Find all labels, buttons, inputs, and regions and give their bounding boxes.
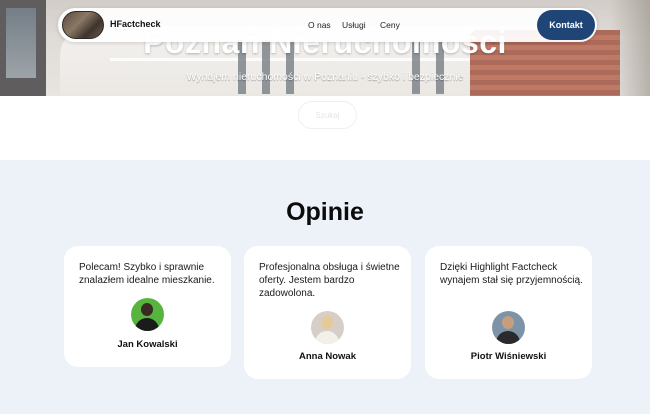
search-button[interactable]: Szukaj [298,101,357,129]
avatar-head [321,316,333,329]
nav-link-ceny[interactable]: Ceny [380,20,400,30]
kontakt-button[interactable]: Kontakt [537,10,595,40]
avatar [492,311,525,344]
avatar [131,298,164,331]
opinion-quote: Profesjonalna obsługa i świetne oferty. … [259,262,400,299]
opinion-card: Dzięki Highlight Factcheck wynajem stał … [425,246,592,379]
nav-link-o-nas[interactable]: O nas [308,20,331,30]
opinion-author: Piotr Wiśniewski [470,351,547,362]
avatar-head [502,316,514,329]
opinion-quote: Dzięki Highlight Factcheck wynajem stał … [440,262,583,286]
opinions-title: Opinie [286,198,364,226]
logo-text[interactable]: HFactcheck [110,19,161,29]
avatar-body [496,331,520,344]
logo-image[interactable] [62,11,104,39]
opinion-author: Anna Nowak [298,351,356,362]
avatar-body [315,331,339,344]
avatar-body [135,318,159,331]
nav-link-uslugi[interactable]: Usługi [342,20,366,30]
opinion-author: Jan Kowalski [117,339,178,350]
opinion-card: Polecam! Szybko i sprawnie znalazłem ide… [64,246,231,367]
top-navbar: HFactcheck O nas Usługi Ceny Kontakt [58,8,597,42]
avatar [311,311,344,344]
hero-subtitle: Wynajem nieruchomości w Poznaniu - szybk… [186,71,464,83]
opinion-quote: Polecam! Szybko i sprawnie znalazłem ide… [79,262,215,286]
opinion-card: Profesjonalna obsługa i świetne oferty. … [244,246,411,379]
avatar-head [141,303,153,316]
